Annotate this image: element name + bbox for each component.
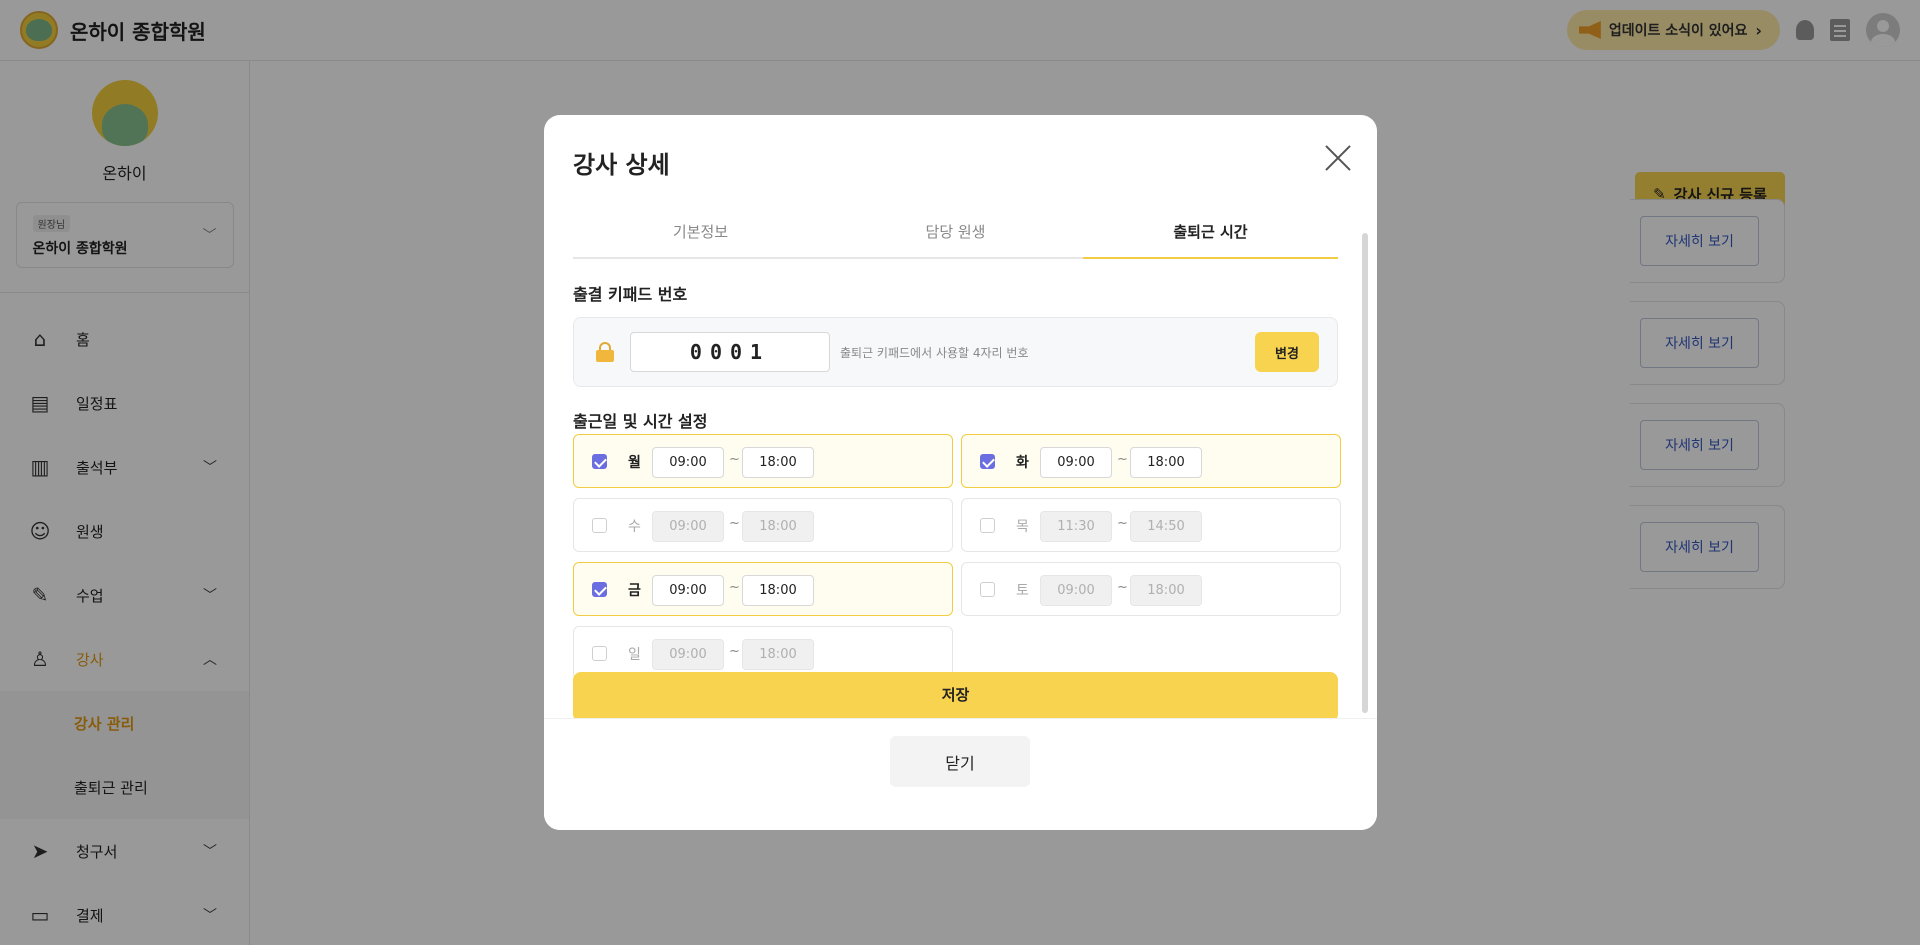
start-time-field[interactable]: 09:00	[652, 511, 724, 542]
day-checkbox[interactable]	[980, 454, 995, 469]
save-button[interactable]: 저장	[573, 672, 1338, 718]
start-time-field[interactable]: 09:00	[1040, 447, 1112, 478]
keypad-number-field[interactable]: 0001	[630, 332, 830, 372]
tab-assigned-students[interactable]: 담당 원생	[828, 205, 1083, 257]
day-card-sat: 토 09:00 ~ 18:00	[961, 562, 1341, 616]
start-time-field[interactable]: 11:30	[1040, 511, 1112, 542]
day-label: 금	[628, 583, 641, 599]
day-checkbox[interactable]	[592, 582, 607, 597]
start-time-field[interactable]: 09:00	[652, 447, 724, 478]
modal-scroll-area[interactable]: 기본정보 담당 원생 출퇴근 시간 출결 키패드 번호 0001 출퇴근 키패드…	[544, 205, 1377, 718]
tab-work-hours[interactable]: 출퇴근 시간	[1083, 205, 1338, 259]
day-checkbox[interactable]	[592, 646, 607, 661]
end-time-field[interactable]: 18:00	[1130, 575, 1202, 606]
day-checkbox[interactable]	[980, 582, 995, 597]
change-button[interactable]: 변경	[1255, 332, 1319, 372]
time-separator: ~	[1117, 452, 1128, 467]
instructor-detail-modal: 강사 상세 기본정보 담당 원생 출퇴근 시간 출결 키패드 번호 0001 출…	[544, 115, 1377, 830]
modal-footer: 닫기	[544, 718, 1377, 830]
end-time-field[interactable]: 14:50	[1130, 511, 1202, 542]
schedule-section-title: 출근일 및 시간 설정	[573, 412, 708, 431]
time-separator: ~	[729, 580, 740, 595]
day-label: 월	[628, 455, 641, 471]
day-card-mon: 월 09:00 ~ 18:00	[573, 434, 953, 488]
time-separator: ~	[729, 452, 740, 467]
start-time-field[interactable]: 09:00	[652, 575, 724, 606]
time-separator: ~	[729, 644, 740, 659]
day-card-fri: 금 09:00 ~ 18:00	[573, 562, 953, 616]
day-label: 목	[1016, 519, 1029, 535]
day-label: 수	[628, 519, 641, 535]
day-label: 일	[628, 647, 641, 663]
day-checkbox[interactable]	[980, 518, 995, 533]
day-label: 토	[1016, 583, 1029, 599]
day-checkbox[interactable]	[592, 454, 607, 469]
close-button[interactable]: 닫기	[890, 736, 1030, 787]
keypad-hint: 출퇴근 키패드에서 사용할 4자리 번호	[840, 346, 1029, 360]
modal-title: 강사 상세	[573, 151, 670, 179]
day-label: 화	[1016, 455, 1029, 471]
end-time-field[interactable]: 18:00	[742, 447, 814, 478]
start-time-field[interactable]: 09:00	[652, 639, 724, 670]
close-icon[interactable]	[1323, 143, 1353, 173]
lock-icon	[596, 342, 614, 362]
day-checkbox[interactable]	[592, 518, 607, 533]
modal-tabs: 기본정보 담당 원생 출퇴근 시간	[573, 205, 1338, 259]
end-time-field[interactable]: 18:00	[1130, 447, 1202, 478]
end-time-field[interactable]: 18:00	[742, 511, 814, 542]
day-card-tue: 화 09:00 ~ 18:00	[961, 434, 1341, 488]
modal-scrollbar[interactable]	[1362, 233, 1368, 713]
start-time-field[interactable]: 09:00	[1040, 575, 1112, 606]
day-card-thu: 목 11:30 ~ 14:50	[961, 498, 1341, 552]
end-time-field[interactable]: 18:00	[742, 639, 814, 670]
time-separator: ~	[1117, 516, 1128, 531]
keypad-box: 0001 출퇴근 키패드에서 사용할 4자리 번호 변경	[573, 317, 1338, 387]
time-separator: ~	[1117, 580, 1128, 595]
time-separator: ~	[729, 516, 740, 531]
tab-basic-info[interactable]: 기본정보	[573, 205, 828, 257]
day-card-wed: 수 09:00 ~ 18:00	[573, 498, 953, 552]
keypad-section-title: 출결 키패드 번호	[573, 285, 688, 304]
end-time-field[interactable]: 18:00	[742, 575, 814, 606]
